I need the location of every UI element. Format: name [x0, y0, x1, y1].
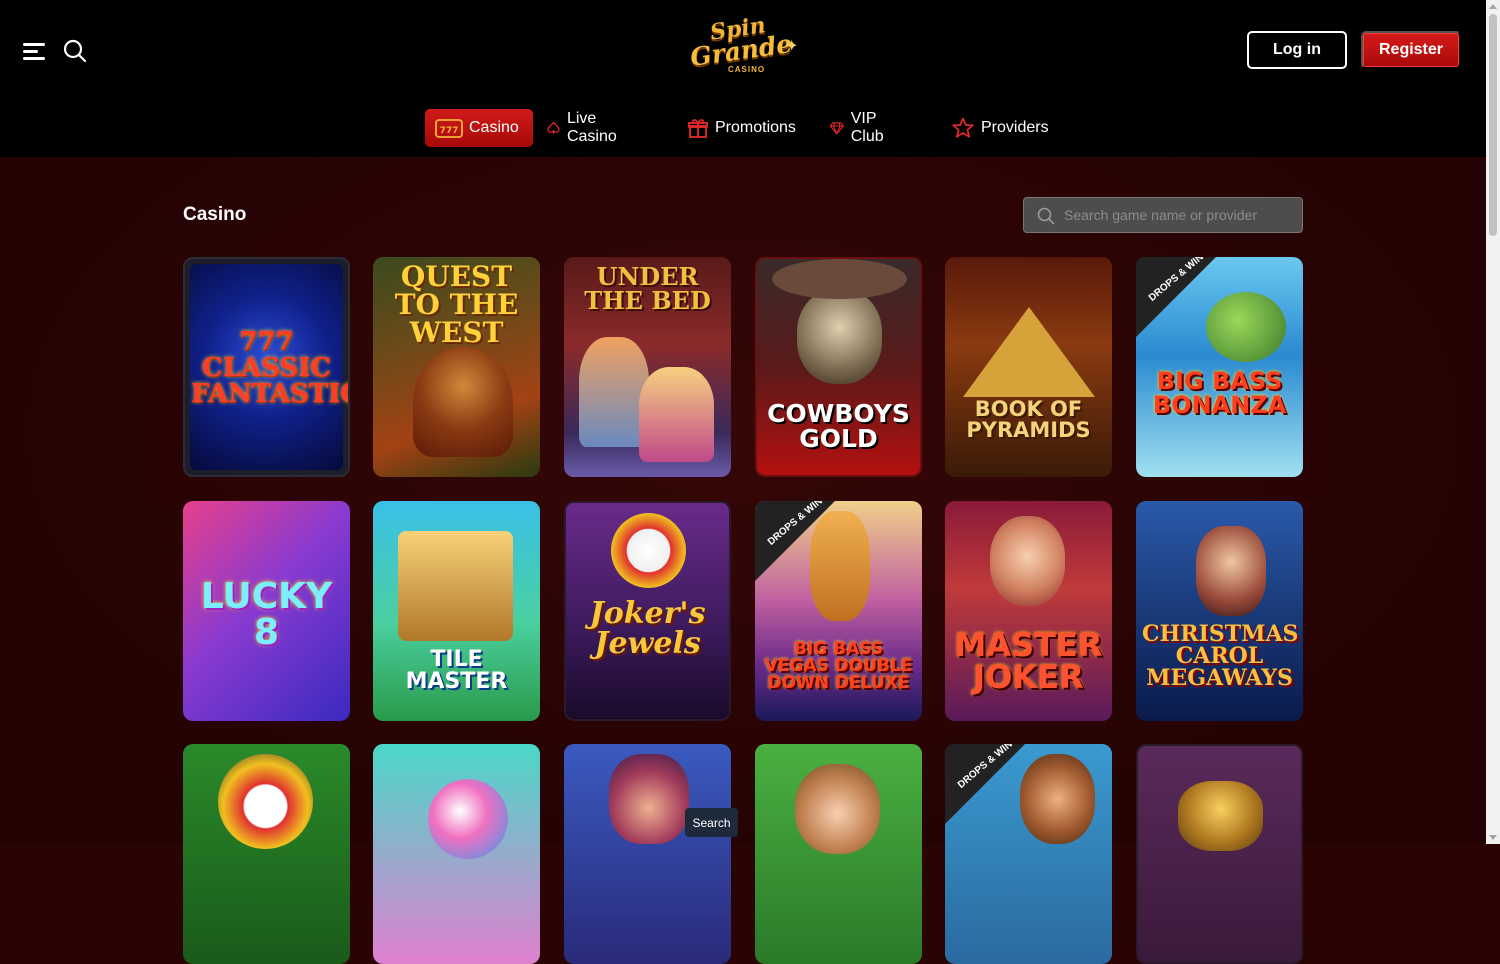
game-tile-candy[interactable] [373, 744, 540, 964]
nav-item-providers[interactable]: Providers [951, 109, 1049, 147]
game-tile-joker[interactable] [183, 744, 350, 964]
search-tooltip: Search [685, 808, 738, 837]
game-search-field[interactable] [1023, 197, 1303, 233]
game-tile-under-the-bed[interactable]: UNDER THE BED [564, 257, 731, 477]
login-button[interactable]: Log in [1247, 31, 1347, 69]
scroll-up-arrow-icon[interactable] [1489, 4, 1497, 9]
svg-text:777: 777 [440, 126, 459, 136]
scrollbar-thumb[interactable] [1489, 14, 1497, 236]
game-tile-quest-to-the-west[interactable]: QUEST TO THE WEST [373, 257, 540, 477]
scrollbar[interactable] [1486, 0, 1500, 844]
game-tile-fisherman[interactable]: DROPS & WINS [945, 744, 1112, 964]
game-tile-tile-master[interactable]: TILE MASTER [373, 501, 540, 721]
game-tile-lucky-8[interactable]: LUCKY 8 [183, 501, 350, 721]
register-button[interactable]: Register [1361, 31, 1461, 69]
game-tile-title: BIG BASS VEGAS DOUBLE DOWN DELUXE [764, 639, 913, 693]
nav-label: Live Casino [566, 110, 617, 145]
nav-label: Promotions [715, 119, 796, 136]
hamburger-menu-icon[interactable] [23, 41, 45, 61]
game-tile-title: Joker's Jewels [589, 596, 706, 661]
game-tile-cowboys-gold[interactable]: COWBOYS GOLD [755, 257, 922, 477]
game-tile-book-of-pyramids[interactable]: BOOK OF PYRAMIDS [945, 257, 1112, 477]
game-tile-fairy[interactable] [755, 744, 922, 964]
search-icon [1037, 207, 1055, 225]
search-input[interactable] [1064, 198, 1294, 232]
game-tile-christmas-carol[interactable]: CHRISTMAS CAROL MEGAWAYS [1136, 501, 1303, 721]
nav-item-vip-club[interactable]: VIP Club [829, 109, 892, 147]
game-tile-witch[interactable] [564, 744, 731, 964]
game-tile-classic-fantastic[interactable]: 777 CLASSIC FANTASTIC [183, 257, 350, 477]
game-tile-title: MASTER JOKER [954, 626, 1103, 696]
nav-label: VIP Club [850, 110, 884, 145]
nav-item-casino[interactable]: 777 Casino [425, 109, 533, 147]
scroll-down-arrow-icon[interactable] [1489, 835, 1497, 840]
star-icon [952, 117, 974, 138]
game-tile-title: BIG BASS BONANZA [1152, 367, 1287, 419]
sparkle-icon: ✦ [785, 38, 799, 55]
nav-item-promotions[interactable]: Promotions [687, 109, 796, 147]
game-tile-title: LUCKY 8 [200, 576, 333, 653]
game-tile-title: BOOK OF PYRAMIDS [966, 397, 1091, 442]
cards-icon [547, 121, 560, 135]
game-tile-big-bass-bonanza[interactable]: DROPS & WINS BIG BASS BONANZA [1136, 257, 1303, 477]
game-tile-master-joker[interactable]: MASTER JOKER [945, 501, 1112, 721]
nav-label: Providers [981, 119, 1049, 136]
game-tile-title: 777 CLASSIC FANTASTIC [191, 327, 350, 409]
game-tile-big-bass-vegas[interactable]: DROPS & WINS BIG BASS VEGAS DOUBLE DOWN … [755, 501, 922, 721]
page-title: Casino [183, 204, 247, 225]
game-tile-title: QUEST TO THE WEST [394, 260, 519, 349]
game-tile-title: COWBOYS GOLD [767, 399, 910, 453]
header: Spin Grande CASINO ✦ Log in Register 777… [0, 0, 1486, 157]
game-tile-golden-pot[interactable] [1136, 744, 1303, 964]
nav-item-live-casino[interactable]: Live Casino [546, 109, 624, 147]
game-tile-title: CHRISTMAS CAROL MEGAWAYS [1142, 621, 1299, 691]
spin-grande-logo[interactable]: Spin Grande CASINO ✦ [688, 12, 800, 80]
nav-label: Casino [469, 119, 519, 136]
logo-text-casino: CASINO [728, 65, 766, 74]
game-tile-title: UNDER THE BED [584, 262, 711, 315]
search-icon[interactable] [63, 39, 87, 63]
diamond-icon [829, 122, 844, 135]
slot-777-icon: 777 [435, 119, 463, 138]
gift-icon [688, 119, 708, 138]
game-tile-jokers-jewels[interactable]: Joker's Jewels [564, 501, 731, 721]
game-tile-title: TILE MASTER [405, 647, 508, 694]
